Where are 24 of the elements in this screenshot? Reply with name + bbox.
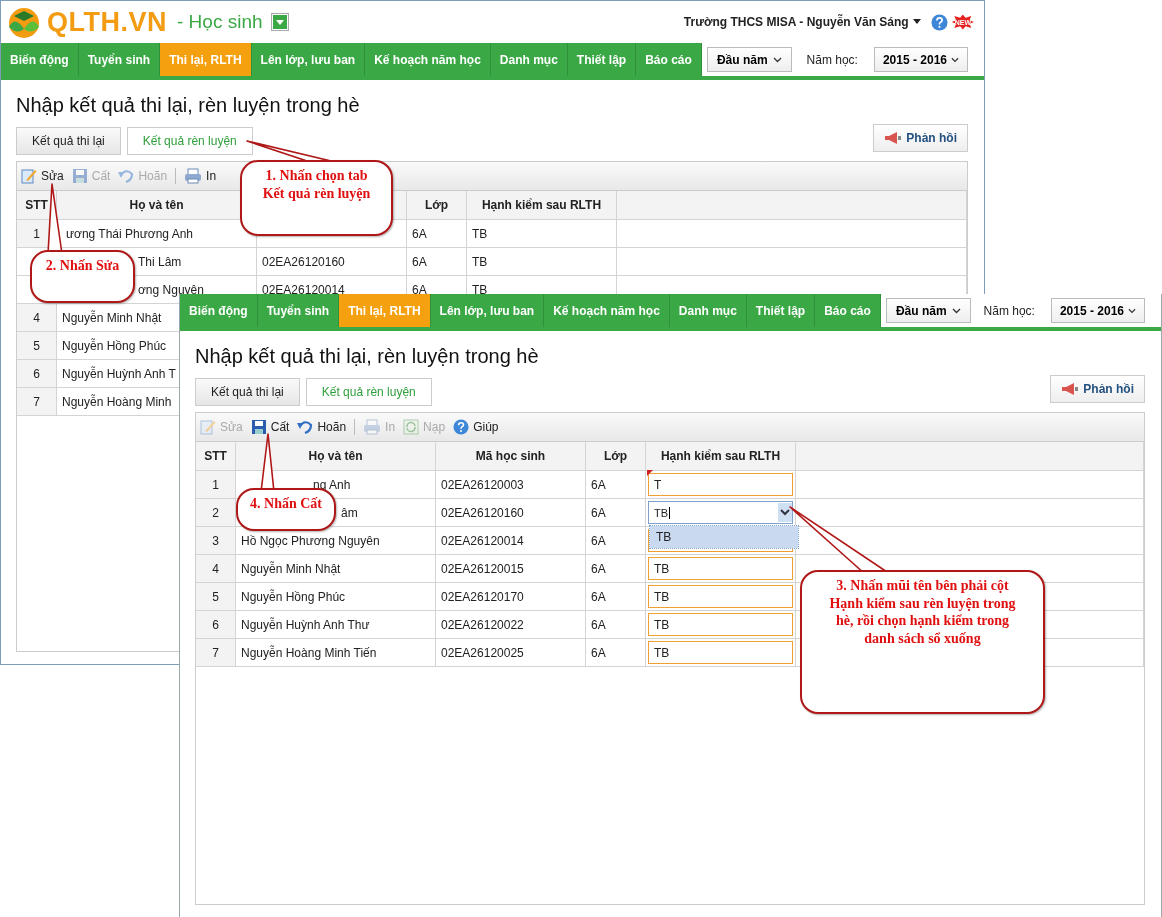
year-label: Năm học: — [806, 52, 858, 67]
column-header: STT — [196, 442, 236, 470]
row-number: 6 — [17, 360, 57, 387]
row-number: 5 — [17, 332, 57, 359]
role-label: - Học sinh — [177, 11, 263, 33]
column-header: Lớp — [586, 442, 646, 470]
logo-text: QLTH.VN — [47, 6, 167, 38]
row-number: 2 — [196, 499, 236, 526]
callout-text: 1. Nhấn chọn tab Kết quả rèn luyện — [262, 167, 371, 202]
row-number: 4 — [196, 555, 236, 582]
row-number: 6 — [196, 611, 236, 638]
row-number: 3 — [196, 527, 236, 554]
row-number: 5 — [196, 583, 236, 610]
column-header: Lớp — [407, 191, 467, 219]
column-header: Mã học sinh — [436, 442, 586, 470]
column-header: Hạnh kiểm sau RLTH — [467, 191, 617, 219]
row-number: 1 — [196, 471, 236, 498]
callout-text: 3. Nhấn mũi tên bên phải cột Hạnh kiểm sau rèn luyện trong hè, rồi chọn hạnh kiểm trong danh sách sổ xuống — [829, 577, 1016, 647]
row-number: 7 — [196, 639, 236, 666]
page-title: Nhập kết quả thi lại, rèn luyện trong hè — [16, 94, 361, 117]
column-header: Hạnh kiểm sau RLTH — [646, 442, 796, 470]
row-number: 4 — [17, 304, 57, 331]
row-number: 7 — [17, 388, 57, 415]
year-label: Năm học: — [983, 303, 1035, 318]
